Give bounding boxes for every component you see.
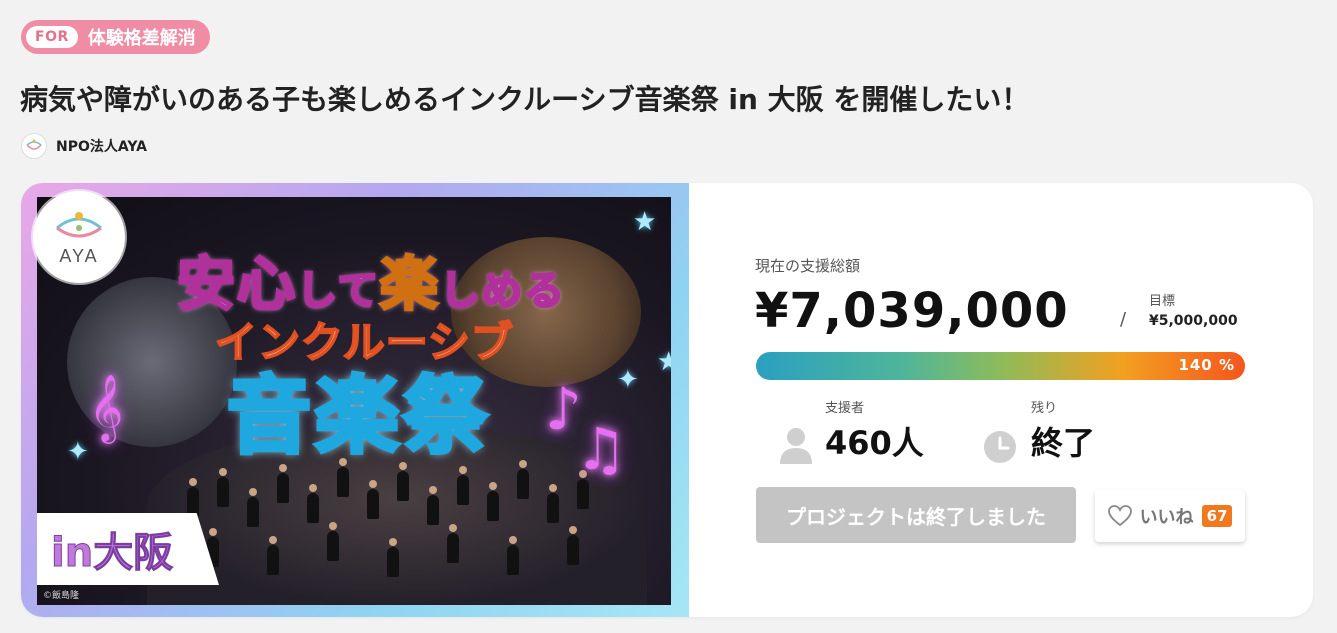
progress-percent: 140 %	[1178, 356, 1235, 374]
goal-label: 目標	[1149, 294, 1176, 309]
raised-label: 現在の支援総額	[755, 257, 861, 275]
category-tag[interactable]: FOR 体験格差解消	[21, 20, 210, 54]
funding-progress-bar: 140 %	[756, 352, 1245, 380]
organization-link[interactable]: NPO法人AYA	[21, 133, 147, 159]
remaining-stat: 残り 終了	[981, 397, 1095, 464]
headline-line-3: 音楽祭	[225, 365, 492, 467]
aya-logo-icon	[21, 133, 47, 159]
photo-credit: ©飯島隆	[43, 591, 80, 601]
remaining-value: 終了	[1031, 424, 1096, 462]
star-icon: ★	[657, 347, 671, 377]
supporters-label: 支援者	[825, 401, 865, 416]
treble-clef-icon: 𝄞	[89, 373, 124, 441]
project-card: 𝄞 ♪ ♫ ✦ ✦ ★ ★ 安心して楽しめる インクルーシブ 音楽祭 in大阪 …	[21, 183, 1313, 617]
music-notes-icon: ♫	[575, 415, 627, 483]
project-ended-button[interactable]: プロジェクトは終了しました	[756, 487, 1076, 543]
sparkle-icon: ✦	[617, 365, 639, 395]
amount-separator: /	[1120, 309, 1127, 330]
aya-logo: AYA	[33, 191, 125, 283]
tag-prefix: FOR	[26, 26, 78, 48]
like-button[interactable]: いいね 67	[1095, 490, 1245, 542]
supporters-stat: 支援者 460人	[779, 397, 924, 464]
sparkle-icon: ✦	[67, 437, 89, 467]
person-icon	[780, 428, 812, 464]
funding-panel: 現在の支援総額 ¥7,039,000 / 目標 ¥5,000,000 140 %…	[689, 183, 1313, 617]
clock-icon	[984, 431, 1016, 463]
project-title: 病気や障がいのある子も楽しめるインクルーシブ音楽祭 in 大阪 を開催したい！	[20, 83, 1030, 116]
city-badge-text: in大阪	[50, 530, 174, 577]
star-icon: ★	[633, 207, 657, 237]
like-label: いいね	[1139, 507, 1194, 528]
remaining-label: 残り	[1031, 401, 1058, 416]
aya-logo-icon	[56, 211, 102, 237]
heart-icon	[1107, 505, 1132, 527]
like-count-badge: 67	[1201, 505, 1233, 527]
raised-amount: ¥7,039,000	[755, 283, 1069, 339]
aya-logo-text: AYA	[59, 245, 99, 266]
visual-artwork: 𝄞 ♪ ♫ ✦ ✦ ★ ★ 安心して楽しめる インクルーシブ 音楽祭 in大阪 …	[37, 197, 671, 605]
supporters-value: 460人	[825, 424, 924, 462]
tag-label: 体験格差解消	[87, 28, 196, 49]
goal-amount: ¥5,000,000	[1149, 313, 1238, 329]
organization-name: NPO法人AYA	[56, 139, 148, 155]
city-badge: in大阪	[37, 513, 219, 585]
project-visual[interactable]: 𝄞 ♪ ♫ ✦ ✦ ★ ★ 安心して楽しめる インクルーシブ 音楽祭 in大阪 …	[21, 183, 689, 617]
